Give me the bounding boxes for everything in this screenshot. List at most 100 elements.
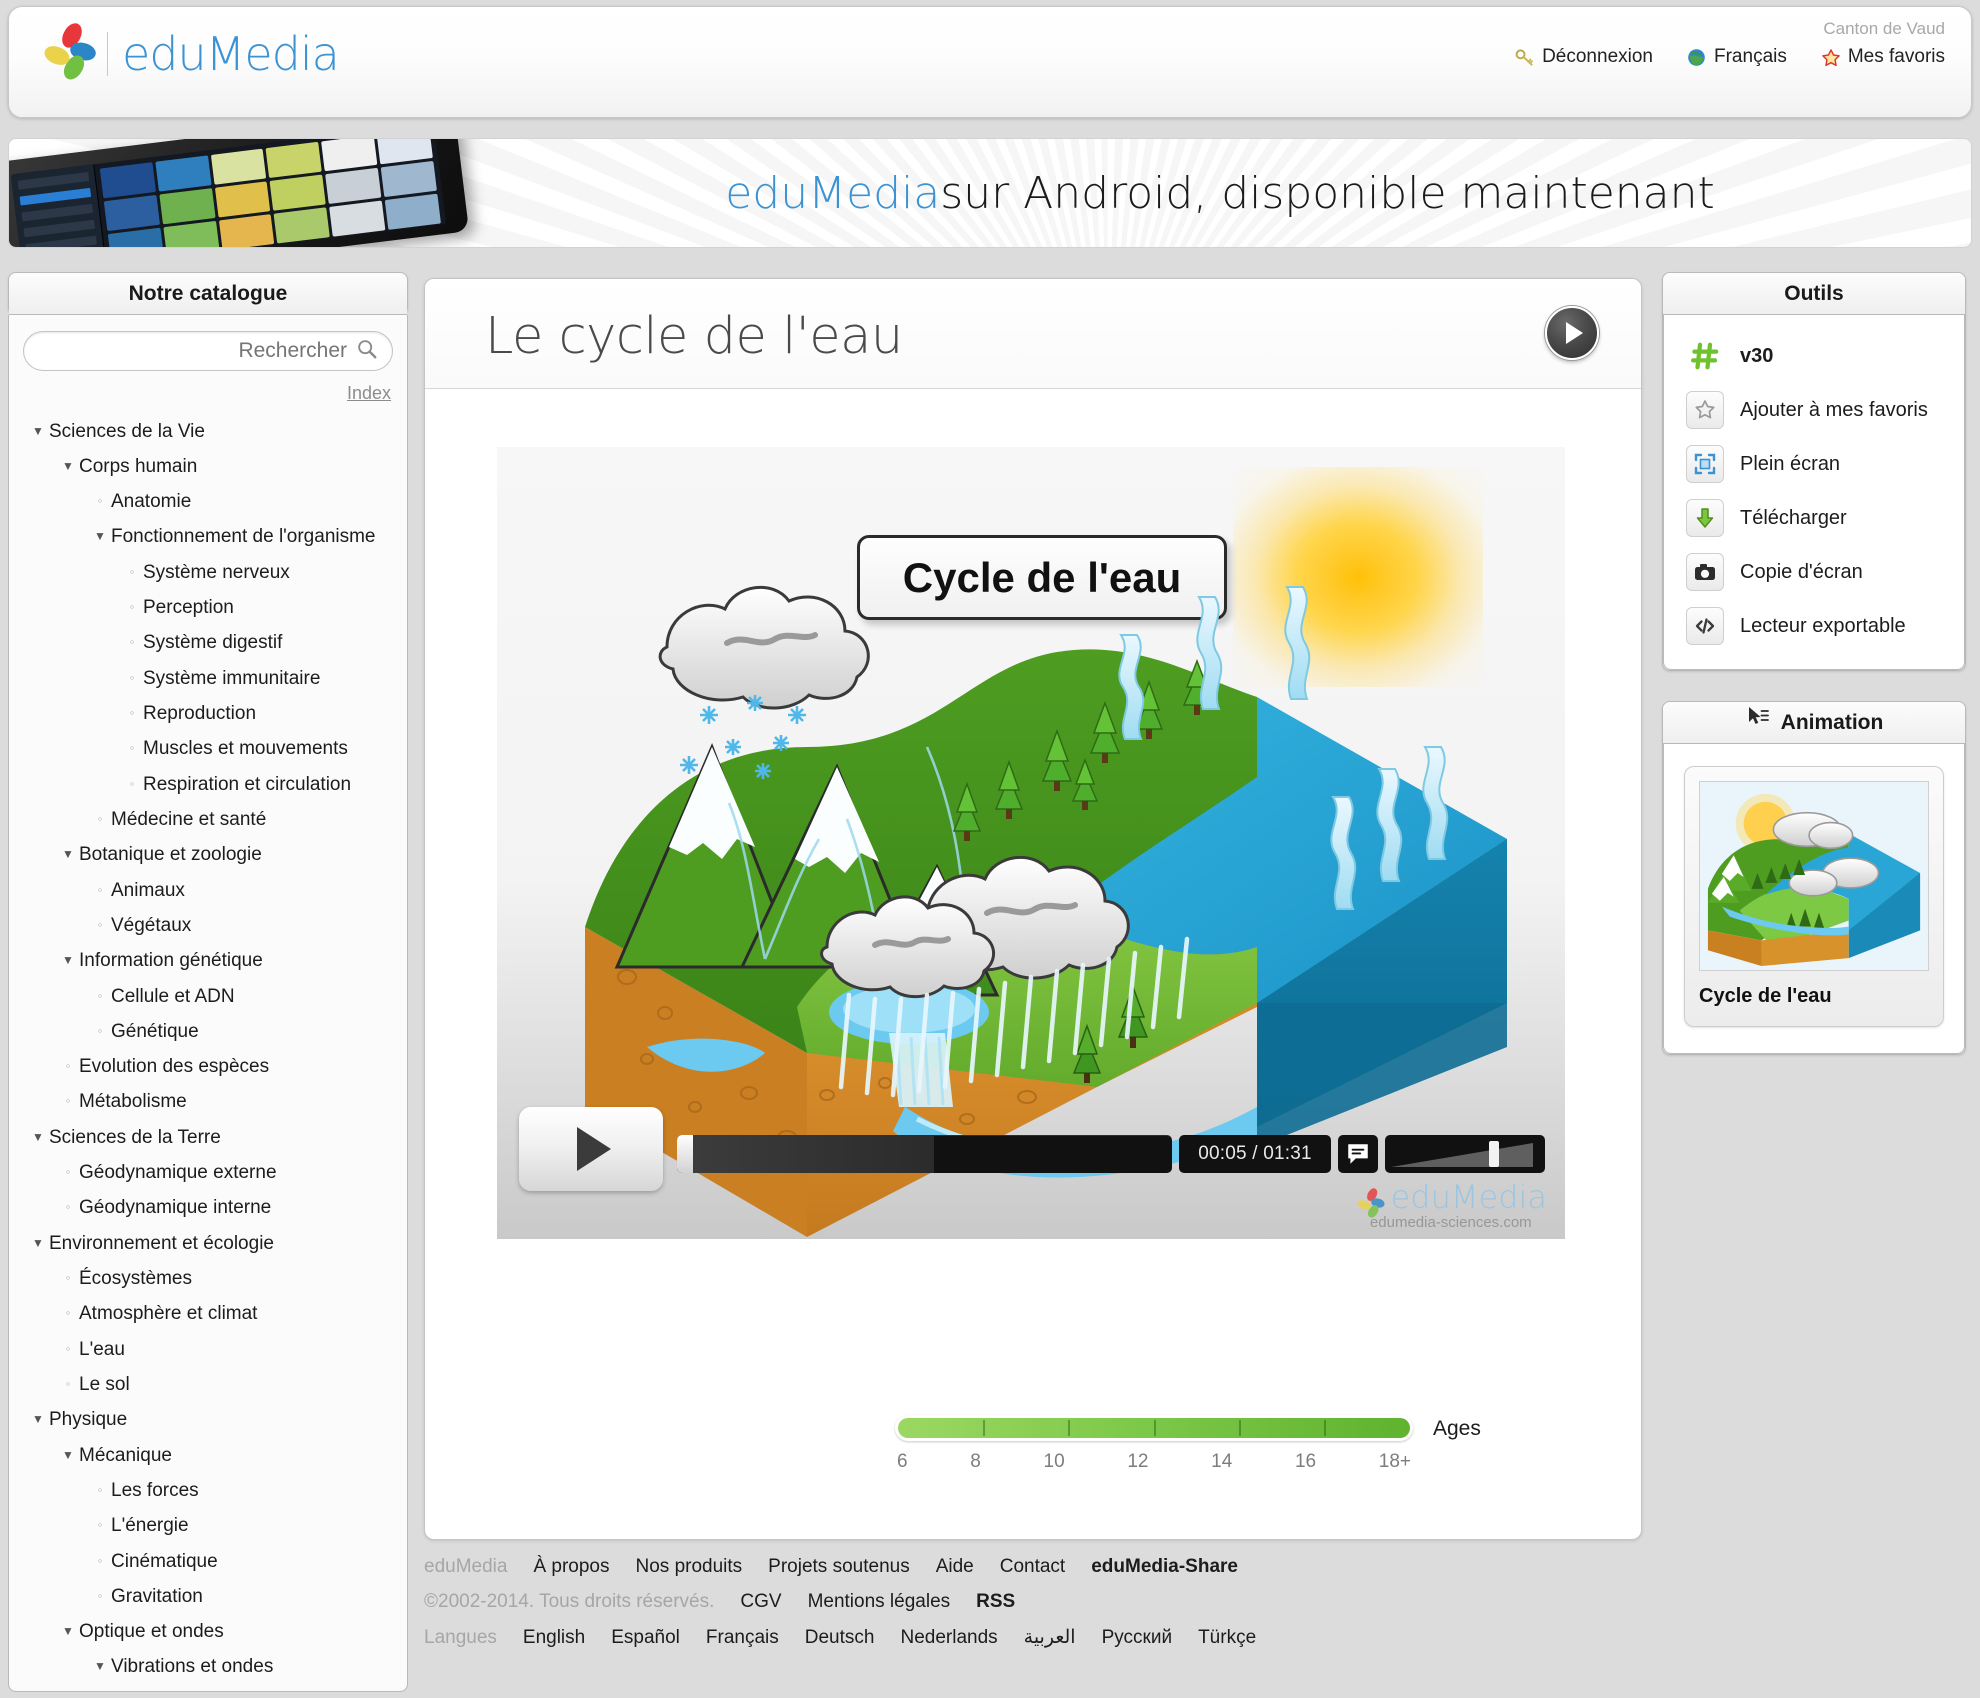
catalog-item[interactable]: ◦ Muscles et mouvements bbox=[9, 732, 407, 767]
footer-link[interactable]: Aide bbox=[936, 1556, 974, 1578]
triangle-down-icon[interactable]: ▼ bbox=[57, 843, 79, 865]
triangle-down-icon[interactable]: ▼ bbox=[27, 1408, 49, 1430]
volume-slider[interactable] bbox=[1385, 1135, 1545, 1173]
catalog-item[interactable]: ▼ Optique et ondes bbox=[9, 1615, 407, 1650]
search-icon[interactable] bbox=[356, 338, 378, 365]
catalog-item-label: Système immunitaire bbox=[143, 667, 321, 689]
footer-link[interactable]: Nederlands bbox=[900, 1627, 997, 1649]
catalog-item[interactable]: ◦ Gravitation bbox=[9, 1579, 407, 1614]
play-button[interactable] bbox=[519, 1107, 663, 1191]
catalog-item[interactable]: ◦ Écosystèmes bbox=[9, 1262, 407, 1297]
ages-track[interactable] bbox=[895, 1415, 1413, 1441]
seek-bar[interactable] bbox=[677, 1135, 1172, 1173]
index-link[interactable]: Index bbox=[9, 371, 407, 410]
catalog-item[interactable]: ▼ Information génétique bbox=[9, 944, 407, 979]
catalog-item[interactable]: ▼ Environnement et écologie bbox=[9, 1226, 407, 1261]
catalog-item[interactable]: ▼ Corps humain bbox=[9, 449, 407, 484]
footer-link[interactable]: Mentions légales bbox=[808, 1591, 951, 1613]
favorites-link[interactable]: Mes favoris bbox=[1821, 46, 1945, 68]
catalog-item[interactable]: ◦ Anatomie bbox=[9, 485, 407, 520]
footer-link[interactable]: Русский bbox=[1102, 1627, 1173, 1649]
catalog-item[interactable]: ▼ Vibrations et ondes bbox=[9, 1650, 407, 1685]
catalog-item[interactable]: ▼ Sciences de la Vie bbox=[9, 414, 407, 449]
catalog-item[interactable]: ◦Vibrations bbox=[9, 1685, 407, 1691]
footer-link[interactable]: Türkçe bbox=[1198, 1627, 1256, 1649]
triangle-down-icon[interactable]: ▼ bbox=[89, 525, 111, 547]
triangle-down-icon[interactable]: ▼ bbox=[57, 455, 79, 477]
catalog-item[interactable]: ◦ Métabolisme bbox=[9, 1085, 407, 1120]
footer-link[interactable]: eduMedia-Share bbox=[1091, 1556, 1238, 1578]
catalog-item[interactable]: ◦ Système digestif bbox=[9, 626, 407, 661]
catalog-item[interactable]: ▼ Physique bbox=[9, 1403, 407, 1438]
catalog-item[interactable]: ▼ Sciences de la Terre bbox=[9, 1120, 407, 1155]
media-stage[interactable]: Cycle de l'eau eduMedia edumedia-science… bbox=[497, 447, 1565, 1239]
catalog-item[interactable]: ◦ Reproduction bbox=[9, 697, 407, 732]
language-link[interactable]: Français bbox=[1687, 46, 1787, 68]
catalog-item[interactable]: ◦ Le sol bbox=[9, 1367, 407, 1402]
catalog-item-label: Le sol bbox=[79, 1373, 130, 1395]
catalog-item[interactable]: ◦ Végétaux bbox=[9, 908, 407, 943]
video-watermark: eduMedia edumedia-sciences.com bbox=[1355, 1178, 1547, 1231]
catalog-item[interactable]: ▼ Fonctionnement de l'organisme bbox=[9, 520, 407, 555]
catalog-item[interactable]: ◦ Système nerveux bbox=[9, 555, 407, 590]
footer-link[interactable]: À propos bbox=[533, 1556, 609, 1578]
footer-link[interactable]: Español bbox=[611, 1627, 680, 1649]
footer-link[interactable]: العربية bbox=[1024, 1626, 1076, 1649]
triangle-down-icon[interactable]: ▼ bbox=[27, 1126, 49, 1148]
catalog-item-label: Les forces bbox=[111, 1479, 199, 1501]
search-input[interactable] bbox=[117, 339, 347, 363]
tool-screenshot[interactable]: Copie d'écran bbox=[1664, 545, 1964, 599]
footer-link[interactable]: Français bbox=[706, 1627, 779, 1649]
catalog-item[interactable]: ◦ Respiration et circulation bbox=[9, 767, 407, 802]
catalog-item[interactable]: ◦ Cinématique bbox=[9, 1544, 407, 1579]
triangle-down-icon[interactable]: ▼ bbox=[89, 1655, 111, 1677]
catalog-item[interactable]: ◦ Perception bbox=[9, 591, 407, 626]
catalog-item[interactable]: ◦ Atmosphère et climat bbox=[9, 1297, 407, 1332]
catalog-item[interactable]: ◦ Cellule et ADN bbox=[9, 979, 407, 1014]
promo-banner[interactable]: eduMedia sur Android, disponible mainten… bbox=[8, 138, 1972, 248]
catalog-item[interactable]: ◦ Evolution des espèces bbox=[9, 1050, 407, 1085]
header-play-button[interactable] bbox=[1545, 306, 1599, 360]
tool-embed-player[interactable]: Lecteur exportable bbox=[1664, 599, 1964, 653]
tool-add-favorite[interactable]: Ajouter à mes favoris bbox=[1664, 383, 1964, 437]
tool-fullscreen[interactable]: Plein écran bbox=[1664, 437, 1964, 491]
tool-download[interactable]: Télécharger bbox=[1664, 491, 1964, 545]
catalog-item[interactable]: ◦ L'énergie bbox=[9, 1509, 407, 1544]
footer-link[interactable]: Projets soutenus bbox=[768, 1556, 910, 1578]
triangle-down-icon[interactable]: ▼ bbox=[27, 1232, 49, 1254]
catalog-item[interactable]: ◦ Système immunitaire bbox=[9, 661, 407, 696]
footer-link[interactable]: Deutsch bbox=[805, 1627, 875, 1649]
subtitles-button[interactable] bbox=[1338, 1135, 1378, 1173]
catalog-item[interactable]: ▼ Botanique et zoologie bbox=[9, 838, 407, 873]
triangle-down-icon[interactable]: ▼ bbox=[57, 949, 79, 971]
triangle-down-icon[interactable]: ▼ bbox=[27, 420, 49, 442]
footer-link[interactable]: Contact bbox=[1000, 1556, 1065, 1578]
site-logo[interactable]: eduMedia bbox=[39, 20, 340, 84]
footer-link[interactable]: CGV bbox=[740, 1591, 781, 1613]
animation-panel-header: Animation bbox=[1663, 702, 1965, 744]
catalog-item[interactable]: ◦ L'eau bbox=[9, 1332, 407, 1367]
catalog-item[interactable]: ◦ Les forces bbox=[9, 1473, 407, 1508]
triangle-down-icon[interactable]: ▼ bbox=[57, 1620, 79, 1642]
catalog-item-label: Anatomie bbox=[111, 491, 192, 513]
footer-link[interactable]: Nos produits bbox=[636, 1556, 743, 1578]
catalog-item[interactable]: ◦ Géodynamique externe bbox=[9, 1156, 407, 1191]
index-label[interactable]: Index bbox=[347, 383, 391, 403]
footer-link[interactable]: RSS bbox=[976, 1591, 1015, 1613]
catalog-item[interactable]: ◦ Animaux bbox=[9, 873, 407, 908]
tool-version[interactable]: v30 bbox=[1664, 329, 1964, 383]
volume-handle[interactable] bbox=[1489, 1141, 1499, 1167]
animation-card[interactable]: Cycle de l'eau bbox=[1684, 766, 1944, 1027]
search-box[interactable] bbox=[23, 331, 393, 371]
triangle-down-icon[interactable]: ▼ bbox=[57, 1444, 79, 1466]
logout-link[interactable]: Déconnexion bbox=[1515, 46, 1653, 68]
catalog-item[interactable]: ◦ Géodynamique interne bbox=[9, 1191, 407, 1226]
tool-screenshot-label: Copie d'écran bbox=[1740, 560, 1863, 583]
watermark-logo: eduMedia bbox=[1355, 1178, 1547, 1220]
footer-link[interactable]: English bbox=[523, 1627, 585, 1649]
catalog-item[interactable]: ▼ Mécanique bbox=[9, 1438, 407, 1473]
catalog-item[interactable]: ◦ Médecine et santé bbox=[9, 802, 407, 837]
snow-cloud bbox=[658, 585, 870, 710]
bullet-circle-icon: ◦ bbox=[65, 1058, 71, 1074]
catalog-item[interactable]: ◦ Génétique bbox=[9, 1014, 407, 1049]
